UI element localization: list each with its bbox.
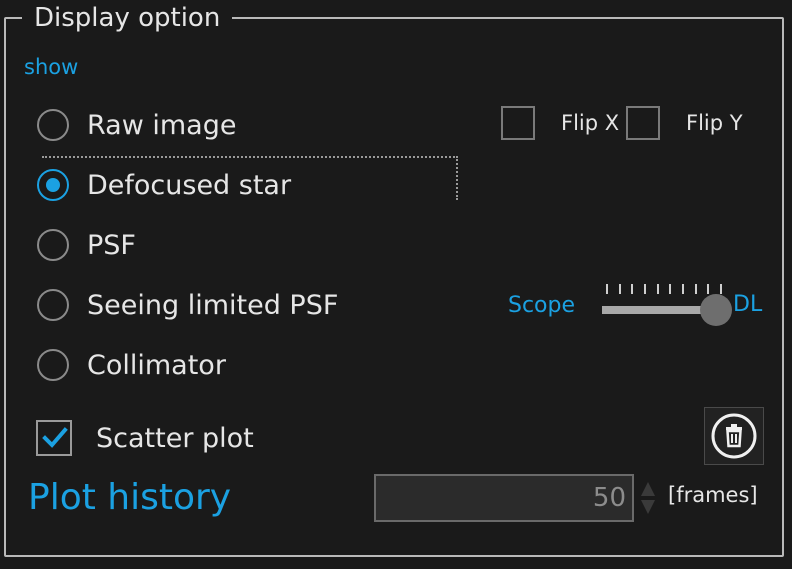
radio-label: Raw image <box>87 109 237 141</box>
radio-indicator[interactable] <box>37 109 69 141</box>
slider-thumb[interactable] <box>700 294 732 326</box>
plot-history-value: 50 <box>592 483 626 513</box>
radio-psf[interactable]: PSF <box>37 225 136 265</box>
arrow-up-icon[interactable] <box>639 478 657 498</box>
slider-tick <box>707 284 710 294</box>
radio-label: Collimator <box>87 349 226 381</box>
checkbox-box[interactable] <box>501 106 535 140</box>
radio-seeing-limited-psf[interactable]: Seeing limited PSF <box>37 285 338 325</box>
plot-history-spinner[interactable] <box>639 478 657 518</box>
frames-unit-label: [frames] <box>668 483 758 507</box>
radio-label: Defocused star <box>87 169 292 201</box>
plot-history-label: Plot history <box>28 477 232 518</box>
checkbox-box[interactable] <box>36 420 72 456</box>
radio-raw-image[interactable]: Raw image <box>37 105 236 145</box>
radio-defocused-star[interactable]: Defocused star <box>37 165 291 205</box>
radio-indicator[interactable] <box>37 349 69 381</box>
radio-label: Seeing limited PSF <box>87 289 339 321</box>
trash-icon <box>711 413 757 459</box>
slider-tick <box>644 284 646 294</box>
group-title: Display option <box>22 2 233 34</box>
flip-y-label: Flip Y <box>686 111 743 135</box>
scatter-plot-label: Scatter plot <box>96 422 254 454</box>
radio-indicator[interactable] <box>37 289 69 321</box>
slider-ticks <box>606 282 722 296</box>
check-icon <box>42 427 68 448</box>
slider-tick <box>694 284 697 294</box>
show-link[interactable]: show <box>24 55 78 79</box>
radio-indicator[interactable] <box>37 169 69 201</box>
radio-label: PSF <box>87 229 136 261</box>
radio-collimator[interactable]: Collimator <box>37 345 226 385</box>
slider-tick <box>669 284 672 294</box>
flip-x-checkbox[interactable]: Flip X <box>501 106 619 140</box>
slider-tick <box>606 284 608 294</box>
slider-tick <box>656 284 659 294</box>
flip-y-checkbox[interactable]: Flip Y <box>626 106 743 140</box>
slider-tick <box>682 284 684 294</box>
arrow-down-icon[interactable] <box>639 498 657 518</box>
slider-tick <box>720 284 722 294</box>
radio-indicator[interactable] <box>37 229 69 261</box>
scatter-plot-checkbox[interactable]: Scatter plot <box>36 420 254 456</box>
slider-tick <box>631 284 634 294</box>
slider-tick <box>618 284 621 294</box>
slider-left-label: Scope <box>508 293 576 318</box>
checkbox-box[interactable] <box>626 106 660 140</box>
plot-history-input[interactable]: 50 <box>374 474 634 522</box>
clear-plot-button[interactable] <box>704 407 764 465</box>
slider-right-label: DL <box>733 292 763 317</box>
flip-x-label: Flip X <box>561 111 620 135</box>
